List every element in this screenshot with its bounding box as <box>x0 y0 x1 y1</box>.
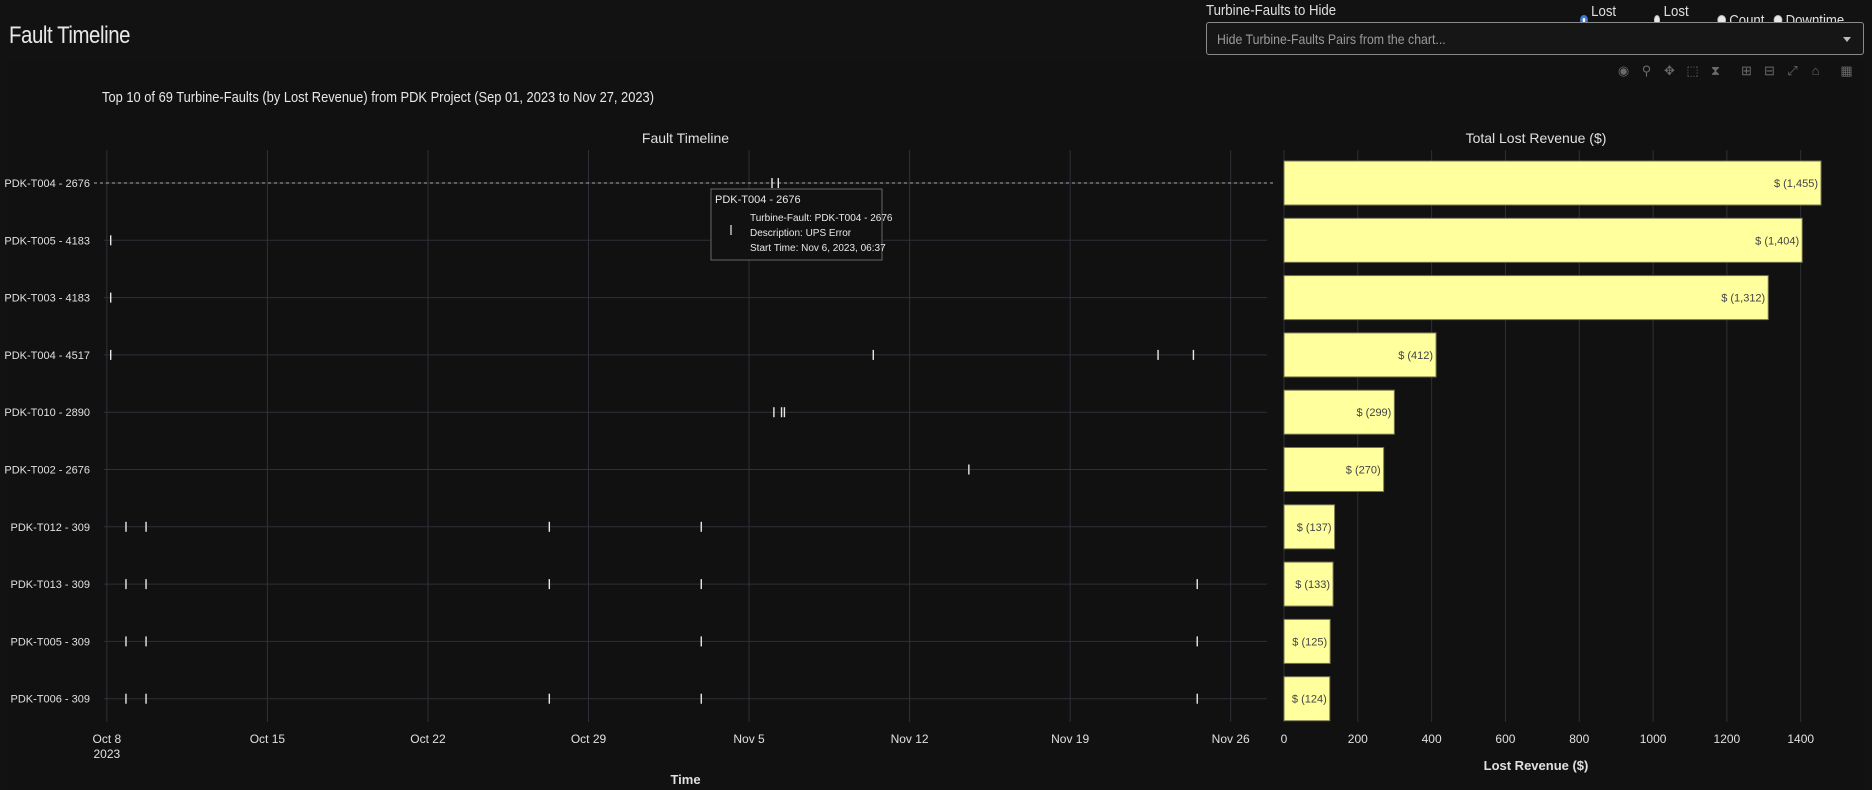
revenue-tick-label: 1400 <box>1787 732 1814 746</box>
timeline-row-label: PDK-T005 - 4183 <box>4 235 90 247</box>
timeline-row-label: PDK-T010 - 2890 <box>4 407 90 419</box>
timeline-tick-label: Oct 22 <box>410 732 446 746</box>
revenue-tick-label: 400 <box>1422 732 1442 746</box>
revenue-bar <box>1283 160 1822 206</box>
timeline-row-label: PDK-T012 - 309 <box>11 522 90 534</box>
revenue-bar-label: $ (270) <box>1346 465 1381 477</box>
revenue-tick-label: 1200 <box>1714 732 1741 746</box>
hover-tooltip: PDK-T004 - 2676 Turbine-Fault: PDK-T004 -… <box>710 188 893 261</box>
revenue-bar-label: $ (1,312) <box>1721 293 1765 305</box>
tooltip-line: Start Time: Nov 6, 2023, 06:37 <box>750 243 886 254</box>
timeline-row-label: PDK-T004 - 4517 <box>4 350 90 362</box>
timeline-tick-label: Nov 26 <box>1212 732 1250 746</box>
revenue-bar-label: $ (1,404) <box>1755 235 1799 247</box>
revenue-subplot: Total Lost Revenue ($) 0 200 400 600 800 1000 1… <box>1281 130 1822 773</box>
tooltip-line: Turbine-Fault: PDK-T004 - 2676 <box>750 213 893 224</box>
revenue-tick-label: 0 <box>1281 732 1288 746</box>
chart-title: Top 10 of 69 Turbine-Faults (by Lost Rev… <box>102 89 654 106</box>
revenue-tick-label: 200 <box>1348 732 1368 746</box>
timeline-row-label: PDK-T005 - 309 <box>11 636 90 648</box>
revenue-bar-label: $ (137) <box>1297 522 1332 534</box>
timeline-tick-label: Oct 15 <box>250 732 286 746</box>
revenue-tick-label: 1000 <box>1640 732 1667 746</box>
timeline-tick-label: Oct 8 <box>93 732 122 746</box>
revenue-x-axis-label: Lost Revenue ($) <box>1484 758 1589 773</box>
revenue-bar-label: $ (125) <box>1292 636 1327 648</box>
timeline-x-axis-label: Time <box>670 772 700 787</box>
fault-chart: Top 10 of 69 Turbine-Faults (by Lost Rev… <box>4 89 1822 787</box>
revenue-bar-label: $ (1,455) <box>1774 178 1818 190</box>
tooltip-title: PDK-T004 - 2676 <box>715 194 801 206</box>
revenue-subtitle: Total Lost Revenue ($) <box>1466 130 1607 146</box>
timeline-subplot: Fault Timeline Oct 82023 Oct 15 Oct 22 Oct 2… <box>4 130 1274 787</box>
revenue-tick-label: 600 <box>1495 732 1515 746</box>
revenue-bar-label: $ (299) <box>1356 407 1391 419</box>
revenue-bar <box>1283 217 1803 263</box>
timeline-subtitle: Fault Timeline <box>642 130 729 146</box>
timeline-row-label: PDK-T006 - 309 <box>11 694 90 706</box>
timeline-tick-sublabel: 2023 <box>94 747 121 761</box>
timeline-row-label: PDK-T013 - 309 <box>11 579 90 591</box>
timeline-row-label: PDK-T003 - 4183 <box>4 293 90 305</box>
timeline-tick-label: Oct 29 <box>571 732 607 746</box>
timeline-row-label: PDK-T002 - 2676 <box>4 465 90 477</box>
revenue-tick-label: 800 <box>1569 732 1589 746</box>
revenue-bar <box>1283 275 1769 321</box>
revenue-bar-label: $ (124) <box>1292 694 1327 706</box>
timeline-tick-label: Nov 5 <box>733 732 765 746</box>
revenue-bar-label: $ (412) <box>1398 350 1433 362</box>
tooltip-line: Description: UPS Error <box>750 228 852 239</box>
revenue-bar-label: $ (133) <box>1295 579 1330 591</box>
timeline-row-label: PDK-T004 - 2676 <box>4 178 90 190</box>
timeline-tick-label: Nov 12 <box>891 732 929 746</box>
timeline-tick-label: Nov 19 <box>1051 732 1089 746</box>
